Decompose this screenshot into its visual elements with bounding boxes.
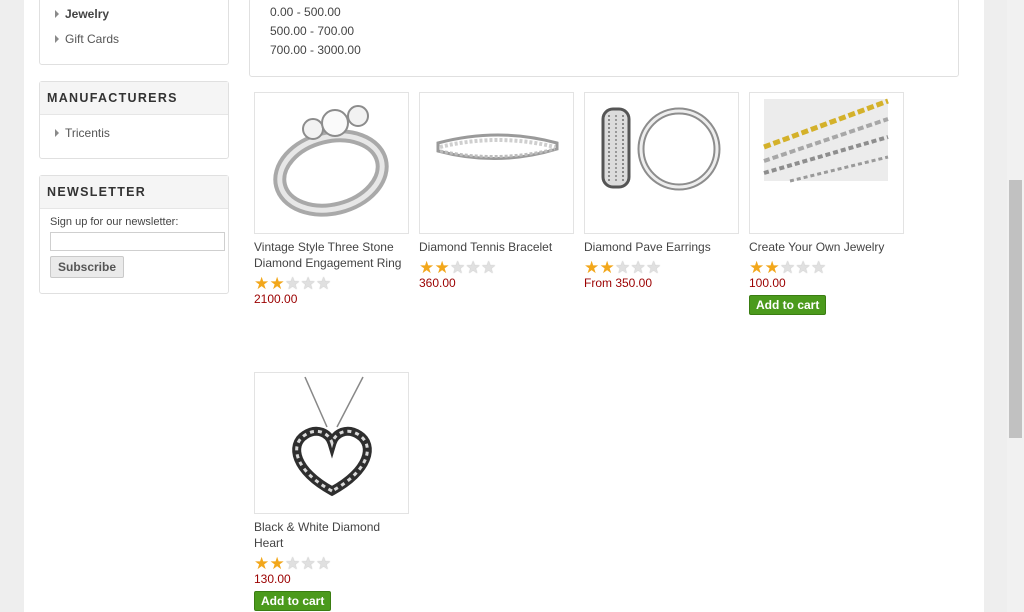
star-filled-icon: ★ [269,274,285,293]
product-picture[interactable] [584,92,739,234]
product-picture[interactable] [254,92,409,234]
add-to-cart-button[interactable]: Add to cart [749,295,827,315]
product-item: Diamond Tennis Bracelet ★ ★ ★ ★ ★ 360.00 [419,92,579,290]
category-item-gift-cards[interactable]: Gift Cards [40,30,119,48]
star-empty-icon: ★ [285,554,301,573]
star-filled-icon: ★ [749,258,765,277]
product-picture[interactable] [254,372,409,514]
star-filled-icon: ★ [254,554,270,573]
product-item: Vintage Style Three Stone Diamond Engage… [254,92,414,306]
star-empty-icon: ★ [316,554,332,573]
arrow-right-icon [55,129,59,137]
rating-stars: ★ ★ ★ ★ ★ [254,554,414,573]
star-empty-icon: ★ [646,258,662,277]
star-filled-icon: ★ [584,258,600,277]
star-filled-icon: ★ [599,258,615,277]
add-to-cart-button[interactable]: Add to cart [254,591,332,611]
star-empty-icon: ★ [481,258,497,277]
star-empty-icon: ★ [811,258,827,277]
chains-image [763,98,889,183]
newsletter-title: NEWSLETTER [40,176,228,209]
star-empty-icon: ★ [615,258,631,277]
product-picture[interactable] [749,92,904,234]
manufacturers-block: MANUFACTURERS Tricentis [39,81,229,159]
star-empty-icon: ★ [300,554,316,573]
product-price: 2100.00 [254,292,298,306]
product-title[interactable]: Create Your Own Jewelry [749,239,905,255]
star-empty-icon: ★ [450,258,466,277]
product-price: 360.00 [419,276,456,290]
product-price: 130.00 [254,572,291,586]
star-empty-icon: ★ [285,274,301,293]
star-filled-icon: ★ [434,258,450,277]
arrow-right-icon [55,35,59,43]
price-range-link[interactable]: 700.00 - 3000.00 [270,43,361,57]
arrow-right-icon [55,10,59,18]
manufacturers-title: MANUFACTURERS [40,82,228,115]
scrollbar-thumb[interactable] [1009,180,1022,438]
star-filled-icon: ★ [764,258,780,277]
product-price: From 350.00 [584,276,653,290]
star-filled-icon: ★ [254,274,270,293]
product-item: Diamond Pave Earrings ★ ★ ★ ★ ★ From 350… [584,92,744,290]
price-range-link[interactable]: 0.00 - 500.00 [270,5,341,19]
star-empty-icon: ★ [780,258,796,277]
star-empty-icon: ★ [795,258,811,277]
product-picture[interactable] [419,92,574,234]
categories-block: Jewelry Gift Cards [39,0,229,65]
price-range-filter: 0.00 - 500.00 500.00 - 700.00 700.00 - 3… [249,0,959,77]
star-filled-icon: ★ [269,554,285,573]
bracelet-image [436,133,559,160]
manufacturer-item-tricentis[interactable]: Tricentis [40,124,228,142]
product-item: Create Your Own Jewelry ★ ★ ★ ★ ★ 100.00… [749,92,909,315]
product-title[interactable]: Diamond Tennis Bracelet [419,239,575,255]
star-empty-icon: ★ [630,258,646,277]
rating-stars: ★ ★ ★ ★ ★ [749,258,909,277]
product-title[interactable]: Diamond Pave Earrings [584,239,740,255]
newsletter-label: Sign up for our newsletter: [50,216,179,228]
ring-image [273,105,389,217]
star-empty-icon: ★ [316,274,332,293]
subscribe-button[interactable]: Subscribe [50,256,124,278]
newsletter-email-input[interactable] [50,232,225,251]
page-content: Jewelry Gift Cards MANUFACTURERS Tricent… [24,0,984,612]
star-empty-icon: ★ [300,274,316,293]
product-title[interactable]: Black & White Diamond Heart [254,519,410,551]
product-item: Black & White Diamond Heart ★ ★ ★ ★ ★ 13… [254,372,414,611]
rating-stars: ★ ★ ★ ★ ★ [254,274,414,293]
product-title[interactable]: Vintage Style Three Stone Diamond Engage… [254,239,410,271]
newsletter-block: NEWSLETTER Sign up for our newsletter: S… [39,175,229,294]
rating-stars: ★ ★ ★ ★ ★ [419,258,579,277]
category-item-jewelry[interactable]: Jewelry [40,5,109,23]
earrings-image [601,107,721,191]
price-range-link[interactable]: 500.00 - 700.00 [270,24,354,38]
star-empty-icon: ★ [465,258,481,277]
rating-stars: ★ ★ ★ ★ ★ [584,258,744,277]
star-filled-icon: ★ [419,258,435,277]
product-price: 100.00 [749,276,786,290]
heart-pendant-image [292,376,372,497]
